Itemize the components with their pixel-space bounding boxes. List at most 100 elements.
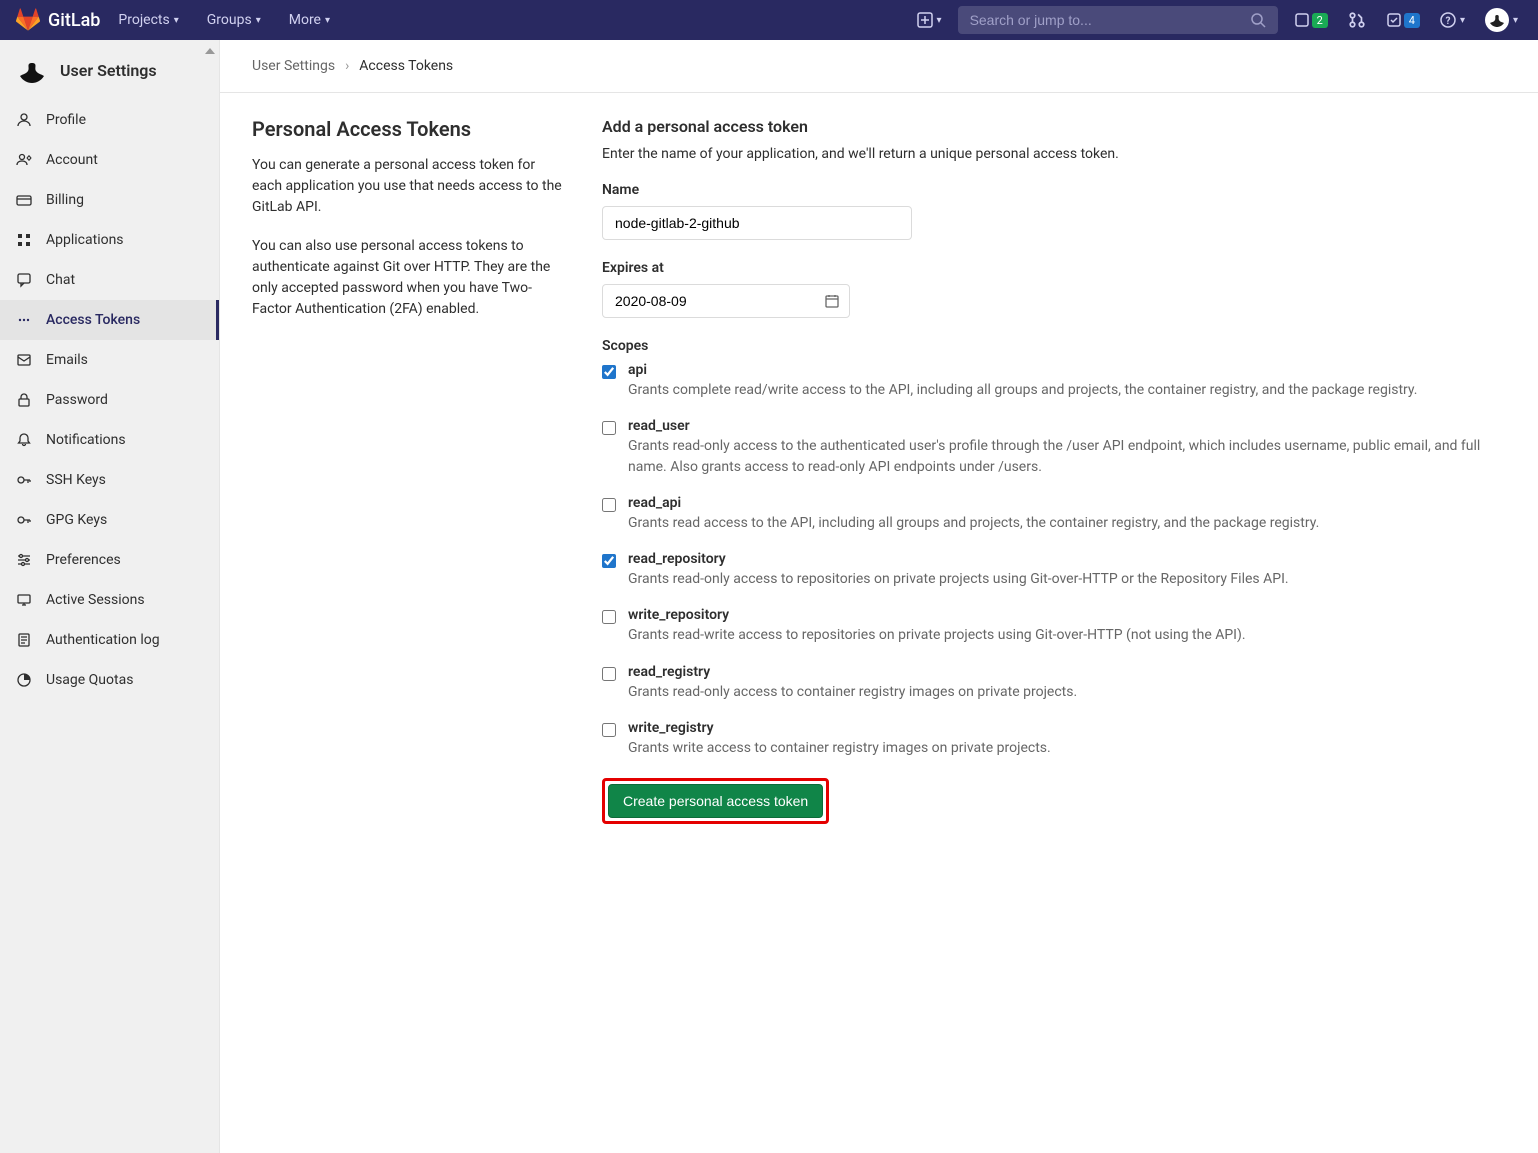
page-desc-1: You can generate a personal access token… xyxy=(252,155,562,218)
sidebar-item-billing[interactable]: Billing xyxy=(0,180,219,220)
expires-input[interactable] xyxy=(602,284,850,318)
search-input[interactable] xyxy=(970,12,1250,28)
sidebar-item-label: SSH Keys xyxy=(46,472,106,488)
nav-projects[interactable]: Projects▾ xyxy=(108,12,188,28)
breadcrumb-parent[interactable]: User Settings xyxy=(252,58,335,74)
sidebar-item-label: Emails xyxy=(46,352,88,368)
gitlab-logo[interactable]: GitLab xyxy=(16,8,100,32)
submit-highlight: Create personal access token xyxy=(602,778,829,824)
sidebar-item-label: Account xyxy=(46,152,98,168)
form-desc: Enter the name of your application, and … xyxy=(602,146,1506,162)
sidebar-item-label: Password xyxy=(46,392,108,408)
scope-checkbox-read_repository[interactable] xyxy=(602,554,616,568)
form-title: Add a personal access token xyxy=(602,117,1506,136)
sidebar-item-preferences[interactable]: Preferences xyxy=(0,540,219,580)
bell-icon xyxy=(16,432,32,448)
brand-text: GitLab xyxy=(48,10,100,31)
sidebar-item-gpg-keys[interactable]: GPG Keys xyxy=(0,500,219,540)
scope-desc: Grants read-only access to the authentic… xyxy=(628,436,1506,477)
search-icon xyxy=(1250,12,1266,28)
scope-desc: Grants read-write access to repositories… xyxy=(628,625,1506,645)
key-icon xyxy=(16,512,32,528)
scope-checkbox-write_registry[interactable] xyxy=(602,723,616,737)
sidebar-item-emails[interactable]: Emails xyxy=(0,340,219,380)
sidebar-item-label: Applications xyxy=(46,232,124,248)
merge-requests-link[interactable] xyxy=(1344,11,1370,29)
sidebar-item-password[interactable]: Password xyxy=(0,380,219,420)
account-icon xyxy=(16,152,32,168)
chevron-down-icon: ▾ xyxy=(325,15,330,26)
chevron-right-icon: › xyxy=(345,58,349,74)
key-icon xyxy=(16,472,32,488)
todos-link[interactable]: 4 xyxy=(1382,12,1424,28)
user-menu[interactable]: ▾ xyxy=(1481,8,1522,32)
calendar-icon[interactable] xyxy=(824,293,840,309)
tanuki-icon xyxy=(16,8,40,32)
scope-desc: Grants read-only access to container reg… xyxy=(628,682,1506,702)
scope-checkbox-write_repository[interactable] xyxy=(602,610,616,624)
scope-read_repository: read_repositoryGrants read-only access t… xyxy=(602,551,1506,589)
scopes-label: Scopes xyxy=(602,338,1506,354)
email-icon xyxy=(16,352,32,368)
scope-write_registry: write_registry Grants write access to con… xyxy=(602,720,1506,758)
scope-checkbox-api[interactable] xyxy=(602,365,616,379)
scope-desc: Grants complete read/write access to the… xyxy=(628,380,1506,400)
scope-name: read_api xyxy=(628,495,1506,511)
new-menu[interactable]: ▾ xyxy=(913,12,946,28)
sidebar-item-access-tokens[interactable]: Access Tokens xyxy=(0,300,219,340)
applications-icon xyxy=(16,232,32,248)
avatar xyxy=(1485,8,1509,32)
scope-desc: Grants write access to container registr… xyxy=(628,738,1506,758)
scope-desc: Grants read access to the API, including… xyxy=(628,513,1506,533)
scope-read_user: read_userGrants read-only access to the … xyxy=(602,418,1506,477)
scope-checkbox-read_api[interactable] xyxy=(602,498,616,512)
scope-name: read_registry xyxy=(628,664,1506,680)
sidebar-item-authentication-log[interactable]: Authentication log xyxy=(0,620,219,660)
token-icon xyxy=(16,312,32,328)
chevron-down-icon: ▾ xyxy=(256,15,261,26)
name-input[interactable] xyxy=(602,206,912,240)
page-desc-2: You can also use personal access tokens … xyxy=(252,236,562,320)
sidebar-item-notifications[interactable]: Notifications xyxy=(0,420,219,460)
sidebar-item-usage-quotas[interactable]: Usage Quotas xyxy=(0,660,219,700)
lock-icon xyxy=(16,392,32,408)
nav-groups[interactable]: Groups▾ xyxy=(197,12,271,28)
create-token-button[interactable]: Create personal access token xyxy=(608,784,823,818)
scope-checkbox-read_registry[interactable] xyxy=(602,667,616,681)
sidebar-item-account[interactable]: Account xyxy=(0,140,219,180)
todos-badge: 4 xyxy=(1404,13,1420,28)
content: User Settings › Access Tokens Personal A… xyxy=(220,40,1538,1153)
scope-name: write_registry xyxy=(628,720,1506,736)
sidebar-item-chat[interactable]: Chat xyxy=(0,260,219,300)
nav-more[interactable]: More▾ xyxy=(279,12,340,28)
token-form: Add a personal access token Enter the na… xyxy=(602,117,1506,824)
scope-checkbox-read_user[interactable] xyxy=(602,421,616,435)
sidebar-item-label: Chat xyxy=(46,272,75,288)
breadcrumb-current: Access Tokens xyxy=(359,58,453,74)
sidebar-title: User Settings xyxy=(60,61,157,80)
sidebar-item-label: Notifications xyxy=(46,432,126,448)
sidebar-item-label: Preferences xyxy=(46,552,121,568)
scope-name: api xyxy=(628,362,1506,378)
help-menu[interactable]: ? ▾ xyxy=(1436,12,1469,28)
scroll-up-icon[interactable] xyxy=(205,48,215,54)
sidebar-item-label: GPG Keys xyxy=(46,512,107,528)
breadcrumb: User Settings › Access Tokens xyxy=(220,40,1538,93)
chevron-down-icon: ▾ xyxy=(1513,15,1518,26)
page-title: Personal Access Tokens xyxy=(252,117,562,141)
issues-link[interactable]: 2 xyxy=(1290,12,1332,28)
preferences-icon xyxy=(16,552,32,568)
sidebar-item-label: Authentication log xyxy=(46,632,160,648)
sidebar-item-active-sessions[interactable]: Active Sessions xyxy=(0,580,219,620)
sidebar-item-profile[interactable]: Profile xyxy=(0,100,219,140)
sidebar-item-label: Usage Quotas xyxy=(46,672,133,688)
search-box[interactable] xyxy=(958,6,1278,34)
sidebar-item-applications[interactable]: Applications xyxy=(0,220,219,260)
sidebar-avatar xyxy=(16,54,48,86)
sidebar-header: User Settings xyxy=(0,40,219,100)
chevron-down-icon: ▾ xyxy=(1460,15,1465,26)
scope-read_api: read_api Grants read access to the API, i… xyxy=(602,495,1506,533)
sidebar-item-ssh-keys[interactable]: SSH Keys xyxy=(0,460,219,500)
billing-icon xyxy=(16,192,32,208)
sidebar-item-label: Billing xyxy=(46,192,84,208)
